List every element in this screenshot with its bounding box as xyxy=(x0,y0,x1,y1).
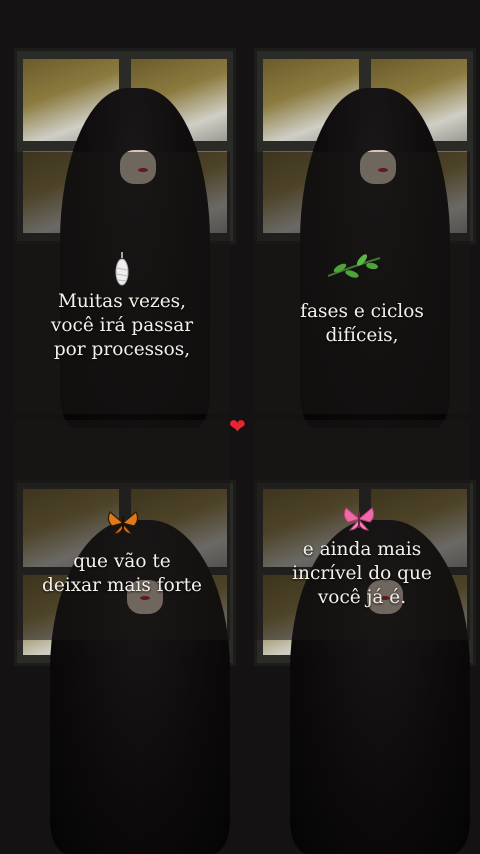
caption-line: você já é. xyxy=(317,587,407,608)
caption-panel-4: e ainda mais incrível do que você já é. xyxy=(254,420,470,640)
caption-line: você irá passar xyxy=(50,315,194,336)
caption-panel-3: que vão te deixar mais forte xyxy=(14,420,230,640)
caption-line: deixar mais forte xyxy=(42,575,202,596)
caption-line: fases e ciclos xyxy=(300,301,424,322)
caption-line: difíceis, xyxy=(325,325,399,346)
caption-line: incrível do que xyxy=(292,563,432,584)
caption-line: por processos, xyxy=(53,339,191,360)
chrysalis-icon xyxy=(112,252,132,292)
pink-butterfly-icon xyxy=(342,504,376,538)
orange-butterfly-icon xyxy=(106,508,140,542)
caption-line: e ainda mais xyxy=(302,539,422,560)
caption-line: que vão te xyxy=(73,551,171,572)
caption-panel-2: fases e ciclos difíceis, xyxy=(254,152,470,414)
leaf-branch-icon xyxy=(324,252,384,286)
caption-line: Muitas vezes, xyxy=(57,291,187,312)
red-heart-icon: ❤ xyxy=(229,414,246,438)
caption-panel-1: Muitas vezes, você irá passar por proces… xyxy=(14,152,230,414)
